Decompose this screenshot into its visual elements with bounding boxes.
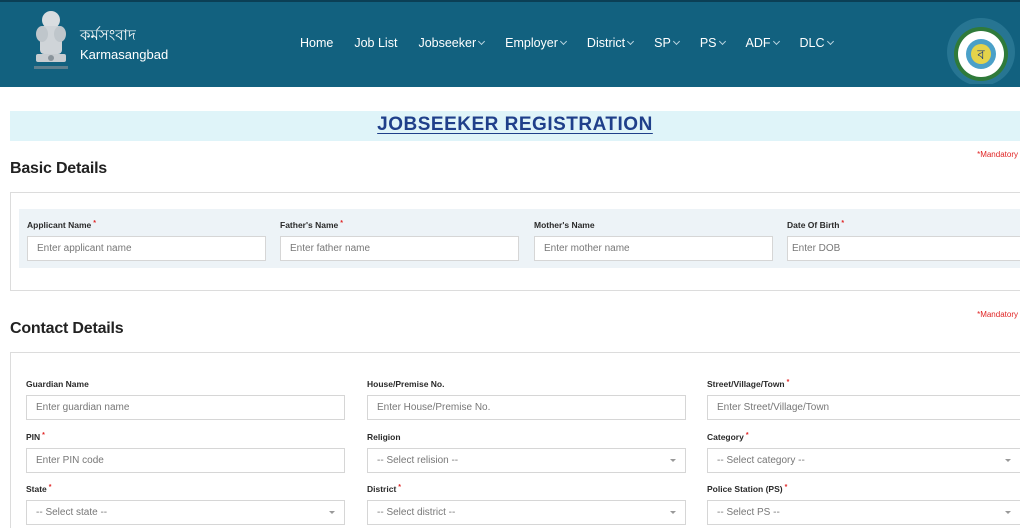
applicant-name-input[interactable]: Enter applicant name — [27, 236, 266, 261]
field-label: Applicant Name * — [27, 220, 96, 230]
mandatory-note: *Mandatory — [977, 310, 1018, 319]
national-emblem-icon — [34, 11, 68, 69]
nav-adf[interactable]: ADF — [745, 36, 780, 50]
field-label: District * — [367, 484, 402, 494]
selected-value: -- Select relision -- — [377, 455, 459, 466]
nav-district[interactable]: District — [586, 36, 635, 50]
religion-select[interactable]: -- Select relision -- — [367, 448, 686, 473]
nav-label: PS — [699, 36, 717, 50]
category-select[interactable]: -- Select category -- — [707, 448, 1020, 473]
placeholder: Enter father name — [290, 243, 371, 254]
site-header: কর্মসংবাদ Karmasangbad Home Job List Job… — [0, 0, 1020, 87]
placeholder: Enter mother name — [544, 243, 630, 254]
nav-home[interactable]: Home — [300, 36, 333, 50]
dob-field: Date Of Birth * Enter DOB — [787, 220, 1020, 261]
chevron-down-icon — [672, 37, 680, 45]
district-field: District * -- Select district -- — [367, 484, 686, 525]
street-field: Street/Village/Town * Enter Street/Villag… — [707, 379, 1020, 420]
field-label: Street/Village/Town * — [707, 379, 790, 389]
chevron-down-icon — [826, 37, 834, 45]
field-label: PIN * — [26, 432, 45, 442]
selected-value: -- Select state -- — [36, 507, 108, 518]
category-field: Category * -- Select category -- — [707, 432, 1020, 473]
chevron-down-icon — [627, 37, 635, 45]
field-label: Guardian Name — [26, 379, 89, 389]
religion-field: Religion -- Select relision -- — [367, 432, 686, 473]
brand-bengali: কর্মসংবাদ — [80, 26, 136, 44]
placeholder: Enter Street/Village/Town — [717, 402, 830, 413]
caret-down-icon — [1005, 459, 1011, 462]
nav-label: DLC — [799, 36, 825, 50]
caret-down-icon — [1005, 511, 1011, 514]
chevron-down-icon — [559, 37, 567, 45]
field-label: Father's Name * — [280, 220, 343, 230]
mother-name-input[interactable]: Enter mother name — [534, 236, 773, 261]
selected-value: -- Select category -- — [717, 455, 805, 466]
nav-jobseeker[interactable]: Jobseeker — [418, 36, 486, 50]
guardian-name-field: Guardian Name Enter guardian name — [26, 379, 345, 420]
father-name-field: Father's Name * Enter father name — [280, 220, 519, 261]
street-input[interactable]: Enter Street/Village/Town — [707, 395, 1020, 420]
brand-english: Karmasangbad — [80, 47, 169, 62]
nav-label: ADF — [745, 36, 771, 50]
field-label: Category * — [707, 432, 749, 442]
nav-sp[interactable]: SP — [654, 36, 680, 50]
caret-down-icon — [670, 511, 676, 514]
nav-label: Employer — [505, 36, 558, 50]
nav-label: Jobseeker — [418, 36, 477, 50]
mother-name-field: Mother's Name Enter mother name — [534, 220, 773, 261]
basic-details-row: Applicant Name * Enter applicant name Fat… — [19, 209, 1020, 268]
nav-label: Home — [300, 36, 334, 50]
police-station-field: Police Station (PS) * -- Select PS -- — [707, 484, 1020, 525]
nav-label: Job List — [354, 36, 398, 50]
field-label: Police Station (PS) * — [707, 484, 788, 494]
guardian-name-input[interactable]: Enter guardian name — [26, 395, 345, 420]
selected-value: -- Select district -- — [377, 507, 456, 518]
house-no-input[interactable]: Enter House/Premise No. — [367, 395, 686, 420]
district-select[interactable]: -- Select district -- — [367, 500, 686, 525]
caret-down-icon — [329, 511, 335, 514]
placeholder: Enter DOB — [792, 243, 841, 254]
field-label: State * — [26, 484, 52, 494]
selected-value: -- Select PS -- — [717, 507, 780, 518]
father-name-input[interactable]: Enter father name — [280, 236, 519, 261]
nav-label: District — [586, 36, 626, 50]
chevron-down-icon — [718, 37, 726, 45]
field-label: House/Premise No. — [367, 379, 445, 389]
main-nav: Home Job List Jobseeker Employer Distric… — [300, 36, 854, 50]
field-label: Mother's Name — [534, 220, 595, 230]
field-label: Date Of Birth * — [787, 220, 845, 230]
placeholder: Enter guardian name — [36, 402, 130, 413]
pin-field: PIN * Enter PIN code — [26, 432, 345, 473]
basic-details-card: Applicant Name * Enter applicant name Fat… — [10, 192, 1020, 291]
nav-ps[interactable]: PS — [699, 36, 726, 50]
placeholder: Enter applicant name — [37, 243, 132, 254]
chevron-down-icon — [478, 37, 486, 45]
state-field: State * -- Select state -- — [26, 484, 345, 525]
nav-employer[interactable]: Employer — [505, 36, 567, 50]
nav-dlc[interactable]: DLC — [799, 36, 834, 50]
caret-down-icon — [670, 459, 676, 462]
page-title-banner: JOBSEEKER REGISTRATION — [10, 111, 1020, 141]
section-title-basic: Basic Details — [10, 160, 108, 177]
pin-input[interactable]: Enter PIN code — [26, 448, 345, 473]
state-select[interactable]: -- Select state -- — [26, 500, 345, 525]
house-no-field: House/Premise No. Enter House/Premise No… — [367, 379, 686, 420]
contact-details-card: Guardian Name Enter guardian name House/… — [10, 352, 1020, 528]
nav-label: SP — [654, 36, 671, 50]
placeholder: Enter PIN code — [36, 455, 104, 466]
mandatory-note: *Mandatory — [977, 150, 1018, 159]
chevron-down-icon — [772, 37, 780, 45]
field-label: Religion — [367, 432, 401, 442]
applicant-name-field: Applicant Name * Enter applicant name — [27, 220, 266, 261]
svg-text:ব: ব — [976, 48, 985, 63]
placeholder: Enter House/Premise No. — [377, 402, 491, 413]
nav-job-list[interactable]: Job List — [354, 36, 397, 50]
dob-input[interactable]: Enter DOB — [787, 236, 1020, 261]
page-title: JOBSEEKER REGISTRATION — [377, 114, 653, 135]
section-title-contact: Contact Details — [10, 320, 124, 337]
police-station-select[interactable]: -- Select PS -- — [707, 500, 1020, 525]
west-bengal-seal-icon: ব — [947, 18, 1015, 84]
